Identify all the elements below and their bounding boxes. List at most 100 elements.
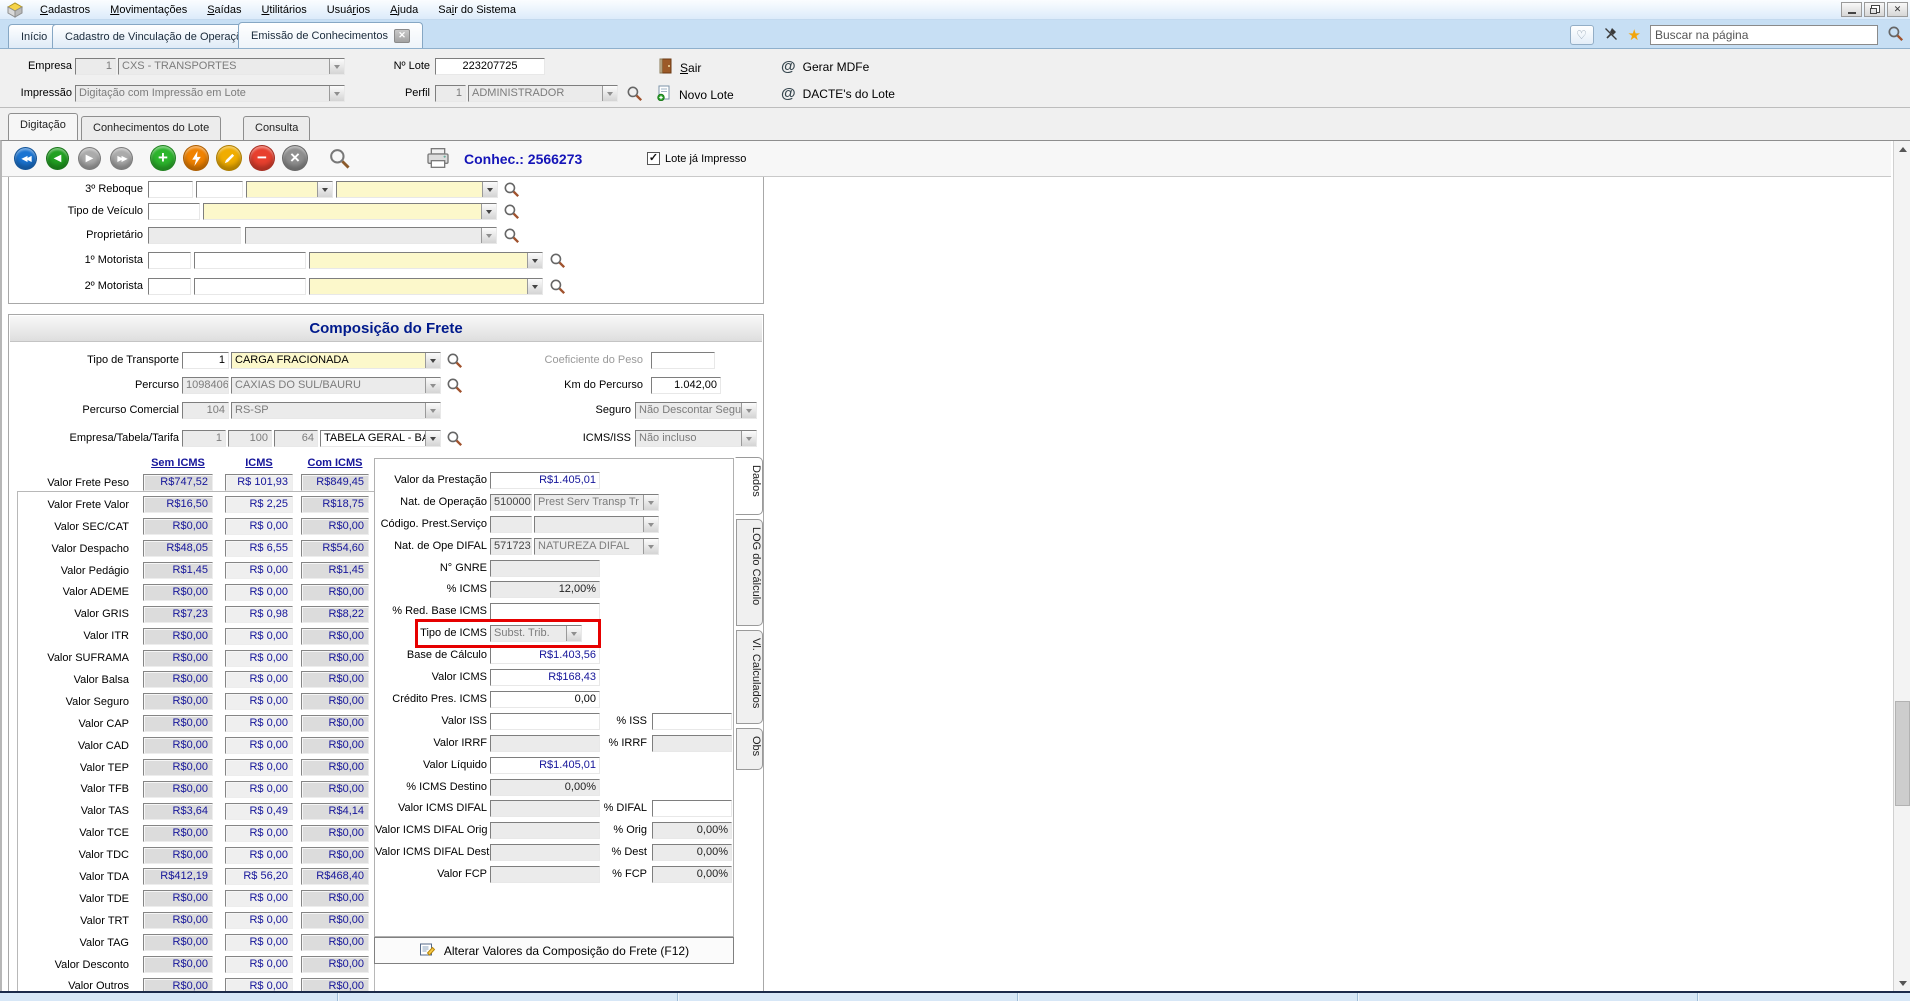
tipo-veiculo-code-field[interactable] (148, 203, 200, 220)
restore-button[interactable] (1864, 2, 1885, 17)
edit-record-icon[interactable] (216, 145, 242, 171)
pct-iss-field[interactable] (652, 713, 732, 730)
freight-com-icms-value: R$0,00 (301, 693, 369, 710)
side-tab-vl-calculados[interactable]: Vl. Calculados (736, 630, 763, 724)
reboque3-code-field[interactable] (148, 181, 193, 198)
side-tab-dados[interactable]: Dados (735, 457, 763, 515)
vertical-scrollbar[interactable] (1893, 141, 1910, 992)
favorites-star-icon[interactable]: ★ (1628, 26, 1641, 44)
search-record-icon[interactable] (328, 147, 351, 173)
perfil-label: Perfil (380, 85, 430, 102)
menu-item[interactable]: Utilitários (251, 2, 316, 18)
dactes-lote-button[interactable]: @DACTE's do Lote (781, 85, 895, 102)
reboque3-dropdown[interactable] (336, 181, 498, 198)
tipo-transporte-dropdown[interactable]: CARGA FRACIONADA (231, 352, 441, 369)
freight-icms-value: R$ 0,00 (225, 650, 293, 667)
motorista2-code-field[interactable] (148, 278, 191, 295)
reboque3-plate-field[interactable] (196, 181, 243, 198)
km-percurso-field[interactable]: 1.042,00 (651, 377, 721, 394)
pct-difal-field[interactable] (652, 800, 732, 817)
proprietario-label: Proprietário (9, 227, 143, 244)
motorista1-doc-field[interactable] (194, 252, 306, 269)
perfil-search-icon[interactable] (626, 85, 643, 102)
freight-sem-icms-value: R$747,52 (143, 474, 213, 491)
sair-button[interactable]: Sair (658, 58, 701, 77)
search-input[interactable] (1650, 25, 1878, 45)
motorista1-dropdown[interactable] (309, 252, 543, 269)
motorista1-code-field[interactable] (148, 252, 191, 269)
side-tab-obs[interactable]: Obs (736, 728, 763, 770)
side-tab-log-calculo[interactable]: LOG do Cálculo (736, 519, 763, 626)
seguro-label: Seguro (487, 402, 631, 419)
scroll-up-icon[interactable] (1894, 141, 1910, 158)
impressao-label: Impressão (0, 85, 72, 102)
minimize-button[interactable] (1841, 2, 1862, 17)
menu-item[interactable]: Sair do Sistema (428, 2, 526, 18)
favorites-heart-icon[interactable]: ♡ (1570, 25, 1594, 45)
tab-emissao-conhecimentos[interactable]: Emissão de Conhecimentos ✕ (238, 22, 423, 48)
reboque3-type-dropdown[interactable] (246, 181, 333, 198)
freight-sem-icms-value: R$0,00 (143, 715, 213, 732)
remove-record-icon[interactable]: − (249, 145, 275, 171)
percurso-search-icon[interactable] (446, 377, 463, 394)
freight-com-icms-value: R$0,00 (301, 715, 369, 732)
proprietario-search-icon[interactable] (503, 227, 520, 244)
freight-row-label: Valor Despacho (9, 543, 133, 555)
motorista2-search-icon[interactable] (549, 278, 566, 295)
freight-values-table: Sem ICMS ICMS Com ICMS Valor Frete Peso … (9, 457, 381, 993)
subtab-digitacao[interactable]: Digitação (8, 113, 78, 140)
reboque3-search-icon[interactable] (503, 181, 520, 198)
valor-liquido-field[interactable]: R$1.405,01 (490, 757, 600, 774)
last-record-icon[interactable]: ▶▶ (110, 147, 133, 170)
scrollbar-thumb[interactable] (1895, 701, 1910, 806)
valor-prestacao-field[interactable]: R$1.405,01 (490, 472, 600, 489)
freight-sem-icms-value: R$1,45 (143, 562, 213, 579)
tabela-search-icon[interactable] (446, 430, 463, 447)
tab-close-icon[interactable]: ✕ (394, 29, 410, 43)
gerar-mdfe-button[interactable]: @Gerar MDFe (781, 58, 869, 75)
freight-row: Valor Frete Valor R$16,50 R$ 2,25 R$18,7… (9, 494, 381, 516)
motorista1-search-icon[interactable] (549, 252, 566, 269)
freight-row-label: Valor CAP (9, 718, 133, 730)
alterar-valores-button[interactable]: Alterar Valores da Composição do Frete (… (374, 937, 734, 964)
subtab-consulta[interactable]: Consulta (243, 116, 310, 140)
freight-row: Valor TFB R$0,00 R$ 0,00 R$0,00 (9, 778, 381, 800)
print-icon[interactable] (426, 147, 450, 172)
motorista2-dropdown[interactable] (309, 278, 543, 295)
coeficiente-peso-field[interactable] (651, 352, 715, 369)
freight-com-icms-value: R$0,00 (301, 584, 369, 601)
process-record-icon[interactable] (183, 145, 209, 171)
cancel-record-icon[interactable]: × (282, 145, 308, 171)
menu-item[interactable]: Saídas (197, 2, 251, 18)
credito-pres-icms-field[interactable]: 0,00 (490, 691, 600, 708)
first-record-icon[interactable]: ◀◀ (14, 147, 37, 170)
subtab-conhecimentos-lote[interactable]: Conhecimentos do Lote (81, 116, 221, 140)
tipo-veiculo-search-icon[interactable] (503, 203, 520, 220)
next-record-icon[interactable]: ▶ (78, 147, 101, 170)
scroll-down-icon[interactable] (1894, 975, 1910, 992)
tipo-veiculo-dropdown[interactable] (203, 203, 497, 220)
tipo-transporte-code-field[interactable]: 1 (182, 352, 229, 369)
tabela-dropdown[interactable]: TABELA GERAL - BASE TESTE (320, 430, 441, 447)
pin-disabled-icon[interactable] (1603, 26, 1619, 45)
lote-field[interactable]: 223207725 (435, 58, 545, 75)
lote-impresso-checkbox[interactable]: ✓ (647, 152, 660, 165)
motorista2-doc-field[interactable] (194, 278, 306, 295)
base-calculo-field[interactable]: R$1.403,56 (490, 647, 600, 664)
close-button[interactable]: ✕ (1887, 2, 1908, 17)
add-record-icon[interactable]: + (150, 145, 176, 171)
search-icon[interactable] (1887, 25, 1904, 45)
tab-cadastro-vinculacao[interactable]: Cadastro de Vinculação de Operações (52, 24, 267, 48)
novo-lote-button[interactable]: Novo Lote (656, 85, 734, 104)
menu-item[interactable]: Usuários (317, 2, 380, 18)
freight-icms-value: R$ 0,00 (225, 671, 293, 688)
menu-item[interactable]: Cadastros (30, 2, 100, 18)
red-base-icms-field[interactable] (490, 603, 600, 620)
freight-row: Valor ITR R$0,00 R$ 0,00 R$0,00 (9, 625, 381, 647)
menu-item[interactable]: Movimentações (100, 2, 197, 18)
tipo-transporte-search-icon[interactable] (446, 352, 463, 369)
menu-item[interactable]: Ajuda (380, 2, 428, 18)
previous-record-icon[interactable]: ◀ (46, 147, 69, 170)
tipo-veiculo-label: Tipo de Veículo (9, 203, 143, 220)
valor-icms-field[interactable]: R$168,43 (490, 669, 600, 686)
